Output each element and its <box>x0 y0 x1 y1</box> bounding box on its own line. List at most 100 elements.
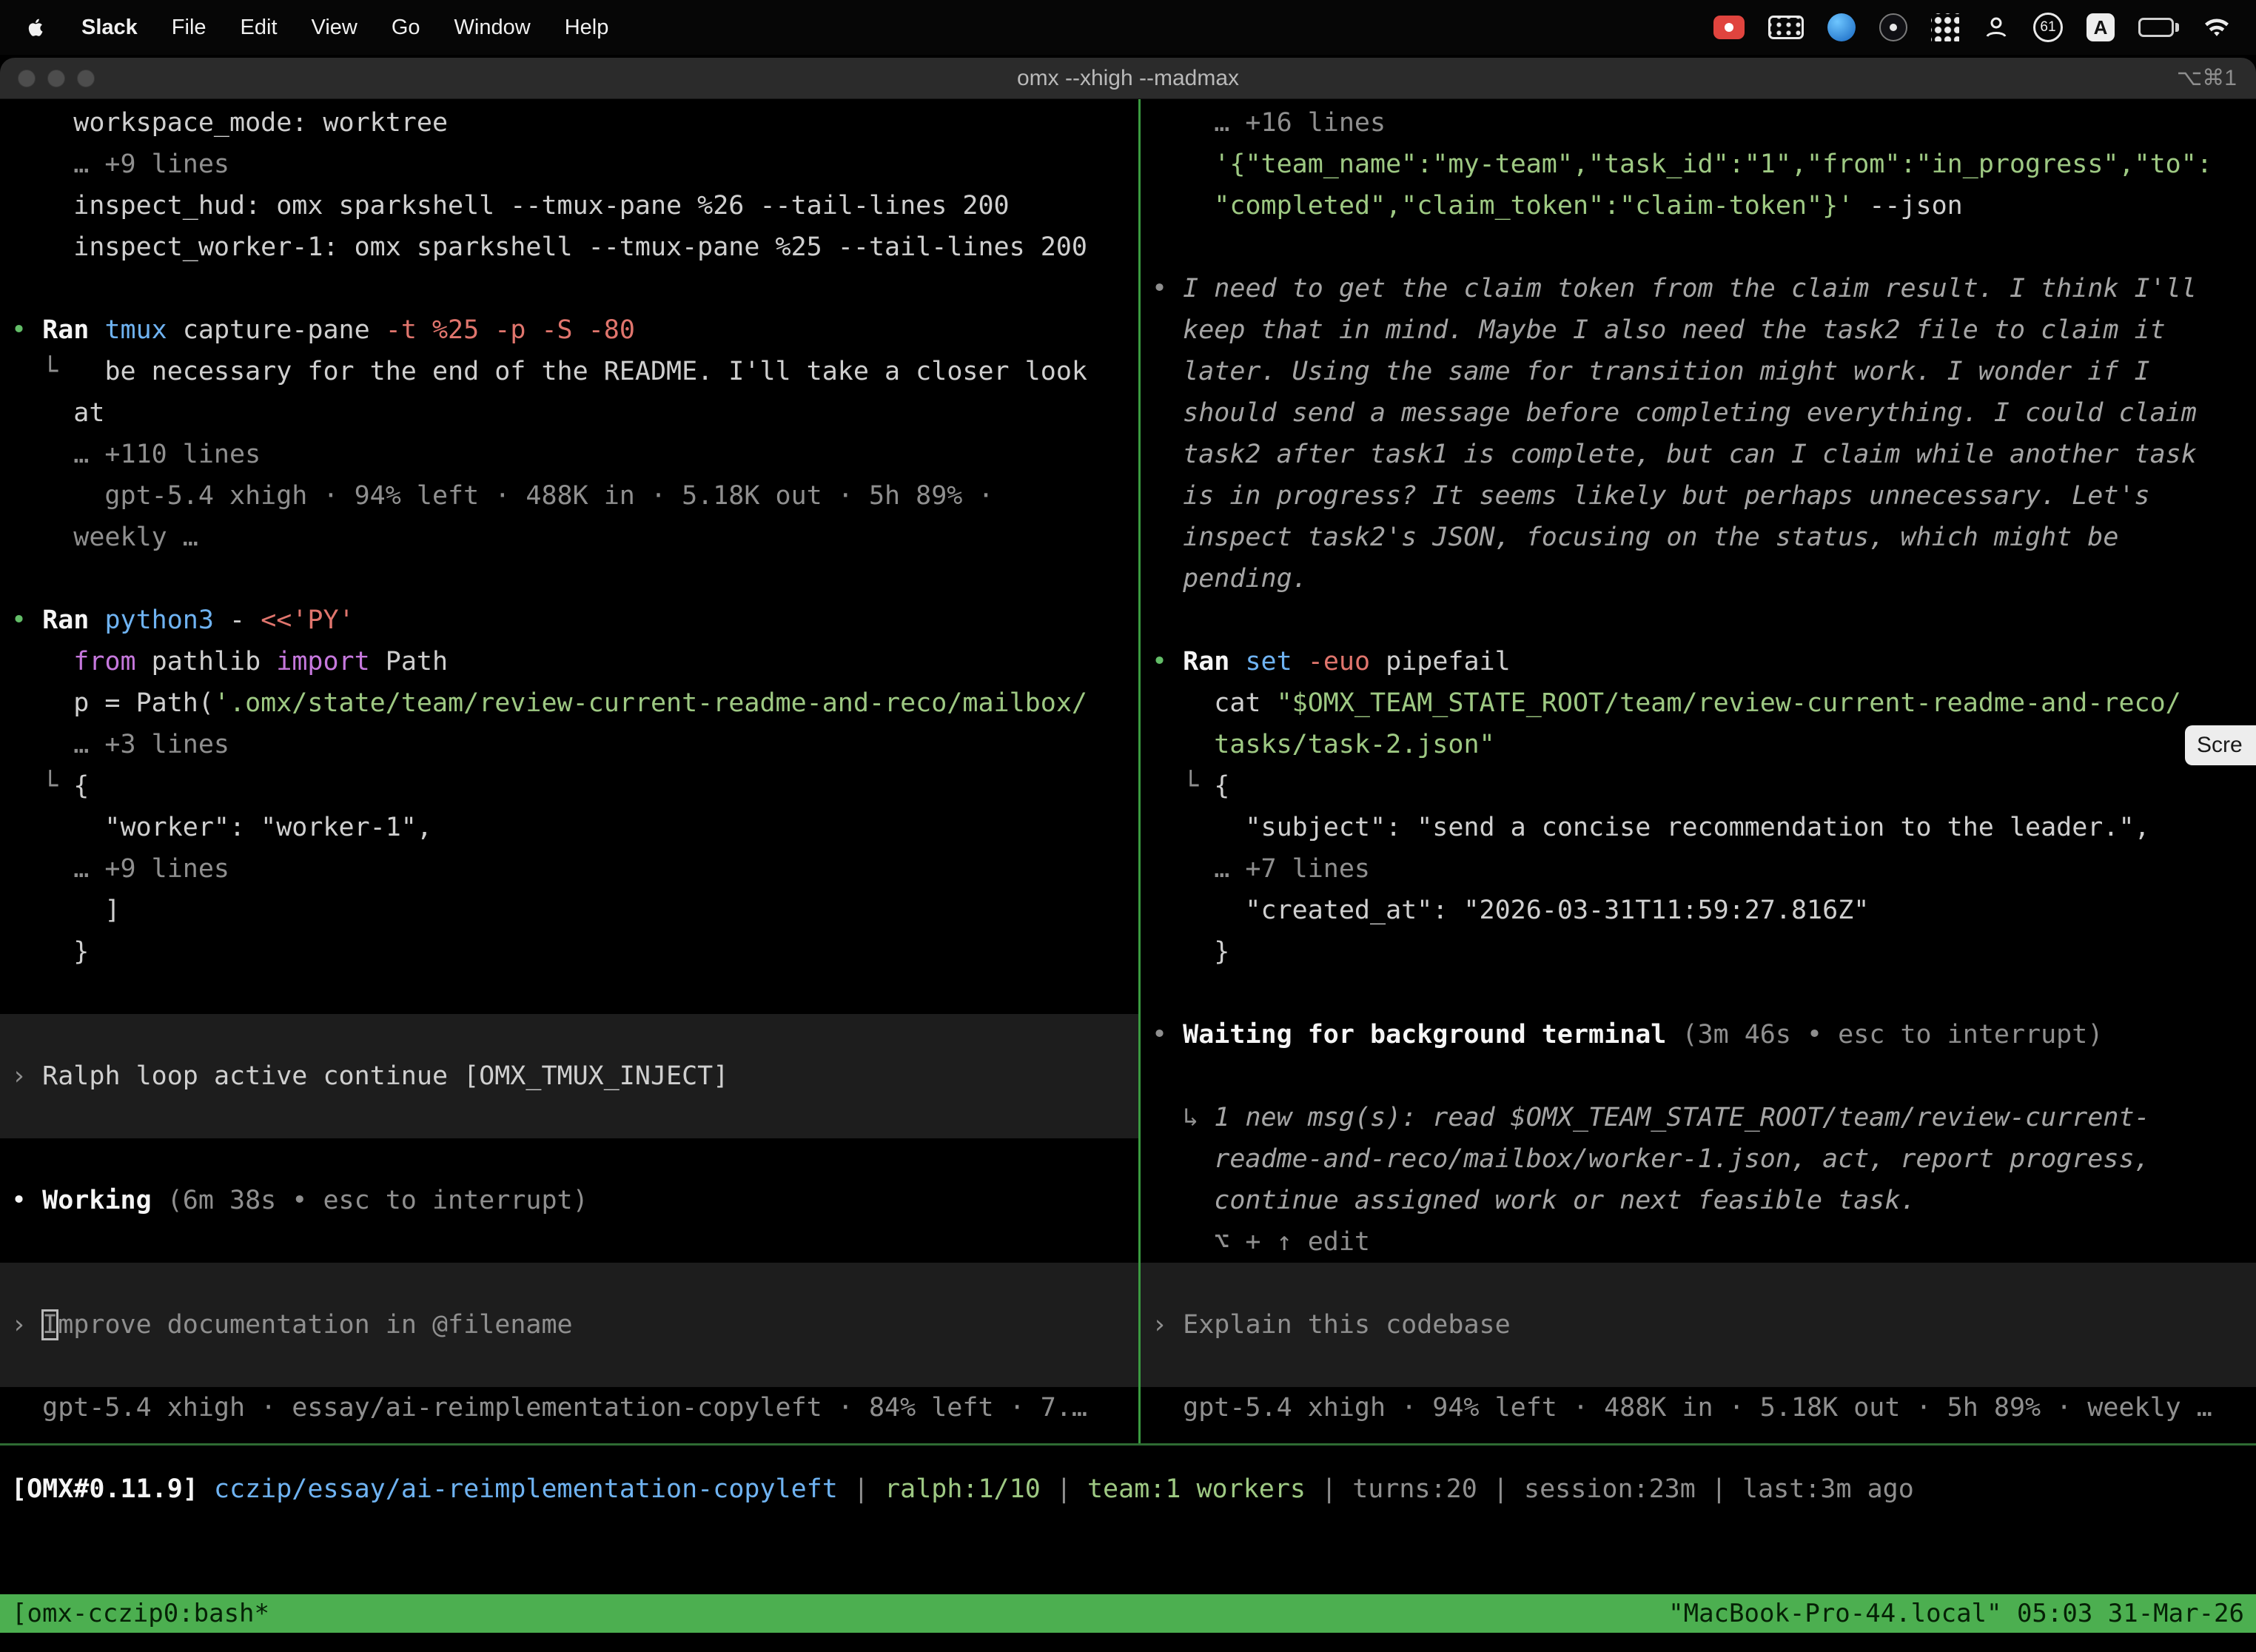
terminal-line: should send a message before completing … <box>1141 392 2256 434</box>
terminal-line <box>0 268 1138 309</box>
terminal-line: later. Using the same for transition mig… <box>1141 351 2256 392</box>
title-bar[interactable]: omx --xhigh --madmax ⌥⌘1 <box>0 58 2256 99</box>
terminal-line: [OMX#0.11.9] cczip/essay/ai-reimplementa… <box>0 1468 2256 1510</box>
terminal-line: p = Path('.omx/state/team/review-current… <box>0 682 1138 724</box>
terminal-line: gpt-5.4 xhigh · essay/ai-reimplementatio… <box>0 1387 1138 1428</box>
terminal-line <box>0 973 1138 1014</box>
terminal-line: • Ran set -euo pipefail <box>1141 641 2256 682</box>
app-menu-slack[interactable]: Slack <box>81 16 138 40</box>
terminal-line <box>0 1346 1138 1387</box>
record-dot-icon <box>1725 23 1733 32</box>
tmux-status-bar: [omx-cczip0:bash* "MacBook-Pro-44.local"… <box>0 1594 2256 1633</box>
menu-bar-status-icons: 61 A <box>1713 13 2231 42</box>
terminal-line: cat "$OMX_TEAM_STATE_ROOT/team/review-cu… <box>1141 682 2256 724</box>
terminal-line <box>1141 1346 2256 1387</box>
terminal-line <box>0 1263 1138 1304</box>
terminal-line: ] <box>0 890 1138 931</box>
app-icon-dark[interactable] <box>1879 13 1907 41</box>
app-icon-blue[interactable] <box>1827 13 1856 41</box>
terminal-line: inspect task2's JSON, focusing on the st… <box>1141 517 2256 558</box>
terminal-line: readme-and-reco/mailbox/worker-1.json, a… <box>1141 1138 2256 1180</box>
screen-tooltip[interactable]: Scre <box>2185 725 2256 765</box>
terminal-line <box>0 1097 1138 1138</box>
terminal-line: keep that in mind. Maybe I also need the… <box>1141 309 2256 351</box>
wifi-icon[interactable] <box>2203 13 2231 41</box>
menu-go[interactable]: Go <box>392 16 420 40</box>
terminal-line: weekly … <box>0 517 1138 558</box>
zoom-button[interactable] <box>77 70 95 87</box>
terminal-line: '{"team_name":"my-team","task_id":"1","f… <box>1141 144 2256 185</box>
keyboard-icon[interactable] <box>1768 16 1804 39</box>
terminal-line: • I need to get the claim token from the… <box>1141 268 2256 309</box>
window-title: omx --xhigh --madmax <box>0 66 2256 91</box>
battery-icon[interactable] <box>2138 18 2179 37</box>
terminal-line: └ { <box>0 765 1138 807</box>
terminal-line: continue assigned work or next feasible … <box>1141 1180 2256 1221</box>
terminal-line: tasks/task-2.json" <box>1141 724 2256 765</box>
terminal-line <box>1141 1055 2256 1097</box>
omx-status-line: [OMX#0.11.9] cczip/essay/ai-reimplementa… <box>0 1468 2256 1510</box>
terminal-line: … +110 lines <box>0 434 1138 475</box>
tmux-host-clock: "MacBook-Pro-44.local" 05:03 31-Mar-26 <box>1668 1594 2244 1633</box>
terminal-line: … +16 lines <box>1141 102 2256 144</box>
terminal-line: … +9 lines <box>0 848 1138 890</box>
tmux-panes: workspace_mode: worktree … +9 lines insp… <box>0 99 2256 1443</box>
terminal-content: workspace_mode: worktree … +9 lines insp… <box>0 99 2256 1651</box>
terminal-line <box>0 558 1138 600</box>
terminal-line <box>1141 600 2256 641</box>
window-shortcut-hint: ⌥⌘1 <box>2177 65 2256 91</box>
menu-edit[interactable]: Edit <box>241 16 278 40</box>
terminal-line: gpt-5.4 xhigh · 94% left · 488K in · 5.1… <box>1141 1387 2256 1428</box>
composer-input[interactable]: › Explain this codebase <box>1141 1304 2256 1346</box>
dot-icon <box>1890 24 1897 31</box>
menu-file[interactable]: File <box>172 16 207 40</box>
terminal-line: › Ralph loop active continue [OMX_TMUX_I… <box>0 1055 1138 1097</box>
terminal-line: … +9 lines <box>0 144 1138 185</box>
terminal-line: is in progress? It seems likely but perh… <box>1141 475 2256 517</box>
terminal-line: ⌥ + ↑ edit <box>1141 1221 2256 1263</box>
composer-input[interactable]: › Improve documentation in @filename <box>0 1304 1138 1346</box>
battery-tip <box>2175 23 2179 32</box>
tmux-pane-left[interactable]: workspace_mode: worktree … +9 lines insp… <box>0 99 1138 1443</box>
menu-help[interactable]: Help <box>565 16 609 40</box>
terminal-line: • Ran tmux capture-pane -t %25 -p -S -80 <box>0 309 1138 351</box>
terminal-line: at <box>0 392 1138 434</box>
terminal-line: } <box>1141 931 2256 973</box>
battery-body <box>2138 18 2174 37</box>
terminal-line: … +3 lines <box>0 724 1138 765</box>
menu-bar: Slack File Edit View Go Window Help 61 A <box>0 0 2256 55</box>
dots-grid-icon[interactable] <box>1931 13 1959 41</box>
terminal-line: from pathlib import Path <box>0 641 1138 682</box>
terminal-line: } <box>0 931 1138 973</box>
terminal-line: "worker": "worker-1", <box>0 807 1138 848</box>
terminal-line <box>0 1014 1138 1055</box>
user-icon[interactable] <box>1983 14 2010 41</box>
minimize-button[interactable] <box>47 70 65 87</box>
terminal-line: task2 after task1 is complete, but can I… <box>1141 434 2256 475</box>
terminal-line: workspace_mode: worktree <box>0 102 1138 144</box>
terminal-line: "subject": "send a concise recommendatio… <box>1141 807 2256 848</box>
terminal-line: • Waiting for background terminal (3m 46… <box>1141 1014 2256 1055</box>
terminal-line: gpt-5.4 xhigh · 94% left · 488K in · 5.1… <box>0 475 1138 517</box>
menu-bar-left: Slack File Edit View Go Window Help <box>25 16 608 40</box>
terminal-line: pending. <box>1141 558 2256 600</box>
menu-window[interactable]: Window <box>454 16 531 40</box>
tmux-pane-right[interactable]: … +16 lines '{"team_name":"my-team","tas… <box>1141 99 2256 1443</box>
apple-menu[interactable] <box>25 16 47 38</box>
terminal-line <box>0 1221 1138 1263</box>
close-button[interactable] <box>18 70 36 87</box>
status-badge-61[interactable]: 61 <box>2033 13 2063 42</box>
terminal-line: … +7 lines <box>1141 848 2256 890</box>
input-source-icon[interactable]: A <box>2087 13 2115 41</box>
terminal-window: omx --xhigh --madmax ⌥⌘1 workspace_mode:… <box>0 58 2256 1652</box>
terminal-line <box>1141 1263 2256 1304</box>
terminal-line: inspect_hud: omx sparkshell --tmux-pane … <box>0 185 1138 226</box>
terminal-line: └ be necessary for the end of the README… <box>0 351 1138 392</box>
screen-recording-indicator-icon[interactable] <box>1713 16 1745 39</box>
menu-view[interactable]: View <box>312 16 357 40</box>
terminal-line: └ { <box>1141 765 2256 807</box>
terminal-line <box>1141 226 2256 268</box>
terminal-line <box>1141 973 2256 1014</box>
terminal-line: • Ran python3 - <<'PY' <box>0 600 1138 641</box>
terminal-line: "created_at": "2026-03-31T11:59:27.816Z" <box>1141 890 2256 931</box>
